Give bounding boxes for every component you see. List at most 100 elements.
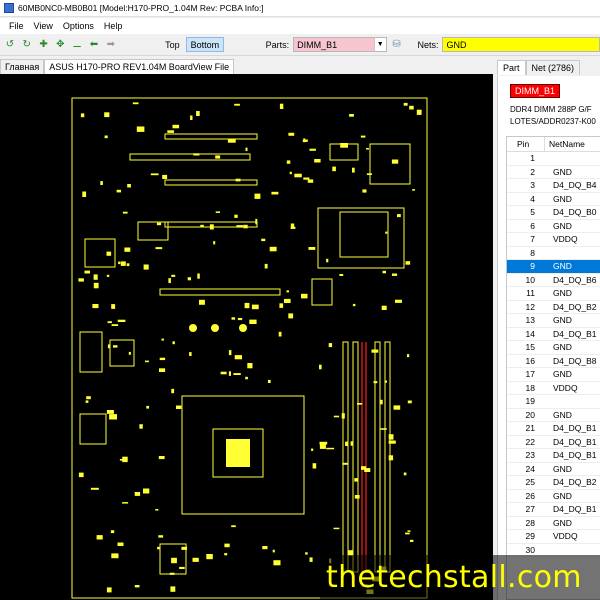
table-row[interactable]: 12 D4_DQ_B2 <box>507 301 600 314</box>
rotate-left-icon[interactable]: ↺ <box>4 39 16 51</box>
net-name: D4_DQ_B6 <box>553 274 597 285</box>
pin-table[interactable]: Pin NetName 1 2 GND 3 D4_DQ_B4 4 GND 5 D4_DQ_B0 6… <box>506 136 600 600</box>
table-row[interactable]: 9 GND <box>507 260 600 274</box>
chevron-down-icon[interactable]: ▼ <box>373 38 386 51</box>
tab-boardview-file[interactable]: ASUS H170-PRO REV1.04M BoardView File <box>44 59 235 74</box>
app-icon <box>4 3 14 13</box>
table-row[interactable]: 17 GND <box>507 368 600 382</box>
smd-component <box>80 113 85 118</box>
table-row[interactable]: 18 VDDQ <box>507 382 600 395</box>
menu-view[interactable]: View <box>29 21 58 31</box>
smd-component <box>104 135 108 139</box>
chipset <box>339 211 389 258</box>
table-row[interactable]: 8 <box>507 247 600 260</box>
table-row[interactable]: 22 D4_DQ_B1 <box>507 436 600 449</box>
table-row[interactable]: 25 D4_DQ_B2 <box>507 476 600 490</box>
pin-number: 22 <box>525 436 535 447</box>
smd-component <box>171 557 177 564</box>
smd-component <box>106 410 114 414</box>
smd-component <box>326 258 329 263</box>
smd-component <box>366 173 372 175</box>
smd-component <box>162 174 168 179</box>
menu-file[interactable]: File <box>4 21 29 31</box>
table-row[interactable]: 28 GND <box>507 517 600 530</box>
pin-number: 24 <box>525 463 535 474</box>
table-row[interactable]: 24 GND <box>507 463 600 476</box>
table-row[interactable]: 1 <box>507 152 600 166</box>
board-view[interactable] <box>0 74 493 600</box>
parts-dropdown[interactable]: DIMM_B1 ▼ <box>293 37 387 52</box>
table-row[interactable]: 2 GND <box>507 166 600 179</box>
tab-home[interactable]: Главная <box>0 59 45 74</box>
rotate-right-icon[interactable]: ↻ <box>21 39 33 51</box>
table-row[interactable]: 27 D4_DQ_B1 <box>507 503 600 517</box>
smd-component <box>111 304 116 309</box>
smd-component <box>128 351 131 355</box>
ic <box>137 221 169 241</box>
smd-component <box>134 492 141 496</box>
chipset-frame <box>317 207 405 269</box>
table-row[interactable]: 10 D4_DQ_B6 <box>507 274 600 287</box>
table-row[interactable]: 20 GND <box>507 409 600 422</box>
menu-help[interactable]: Help <box>99 21 128 31</box>
table-row[interactable]: 16 D4_DQ_B8 <box>507 355 600 368</box>
smd-component <box>339 274 344 276</box>
smd-component <box>244 302 250 309</box>
netname-header[interactable]: NetName <box>545 139 585 149</box>
table-row[interactable]: 6 GND <box>507 220 600 233</box>
smd-component <box>245 147 248 151</box>
smd-component <box>106 274 110 277</box>
pin-header[interactable]: Pin <box>507 137 545 151</box>
smd-component <box>305 552 308 555</box>
smd-component <box>405 532 410 535</box>
table-row[interactable]: 29 VDDQ <box>507 530 600 544</box>
table-row[interactable]: 11 GND <box>507 287 600 301</box>
smd-component <box>392 273 398 276</box>
tab-net[interactable]: Net (2786) <box>525 60 581 75</box>
smd-component <box>171 274 176 277</box>
smd-component <box>403 102 408 106</box>
zoom-out-icon[interactable]: ⚊ <box>71 39 83 51</box>
table-row[interactable]: 3 D4_DQ_B4 <box>507 179 600 193</box>
smd-component <box>234 103 240 106</box>
pin-number: 30 <box>525 544 535 555</box>
smd-component <box>158 456 165 460</box>
smd-component <box>319 364 322 370</box>
clear-filter-icon[interactable]: ⛁ <box>391 39 403 51</box>
table-row[interactable]: 26 GND <box>507 490 600 503</box>
back-icon[interactable]: ⬅ <box>88 39 100 51</box>
pcb-layout[interactable] <box>0 74 493 600</box>
net-name: VDDQ <box>553 531 578 542</box>
smd-component <box>187 277 191 281</box>
ic <box>369 143 411 185</box>
table-row[interactable]: 19 <box>507 395 600 409</box>
bottom-button[interactable]: Bottom <box>185 37 225 52</box>
table-row[interactable]: 7 VDDQ <box>507 233 600 247</box>
nets-input[interactable]: GND <box>442 37 600 52</box>
top-button[interactable]: Top <box>161 37 184 52</box>
menu-options[interactable]: Options <box>58 21 99 31</box>
table-row[interactable]: 21 D4_DQ_B1 <box>507 422 600 436</box>
table-row[interactable]: 4 GND <box>507 193 600 206</box>
right-panel: Part Net (2786) DIMM_B1 DDR4 DIMM 288P G… <box>497 58 600 600</box>
table-row[interactable]: 13 GND <box>507 314 600 328</box>
smd-component <box>405 261 411 265</box>
smd-component <box>96 535 103 540</box>
smd-component <box>116 189 121 193</box>
smd-component <box>86 396 91 400</box>
tab-part[interactable]: Part <box>497 60 526 75</box>
table-row[interactable]: 5 D4_DQ_B0 <box>507 206 600 220</box>
zoom-in-icon[interactable]: ✚ <box>38 39 50 51</box>
forward-icon[interactable]: ➡ <box>105 39 117 51</box>
cpu-pads <box>226 439 250 467</box>
smd-component <box>118 261 121 265</box>
smd-component <box>234 214 238 218</box>
table-row[interactable]: 14 D4_DQ_B1 <box>507 328 600 341</box>
title-bar: 60MB0NC0-MB0B01 [Model:H170-PRO_1.04M Re… <box>0 0 600 17</box>
table-row[interactable]: 15 GND <box>507 341 600 355</box>
fit-icon[interactable]: ✥ <box>54 39 66 51</box>
smd-component <box>111 553 119 559</box>
board-outline <box>71 97 428 599</box>
smd-component <box>109 414 117 420</box>
table-row[interactable]: 23 D4_DQ_B1 <box>507 449 600 463</box>
